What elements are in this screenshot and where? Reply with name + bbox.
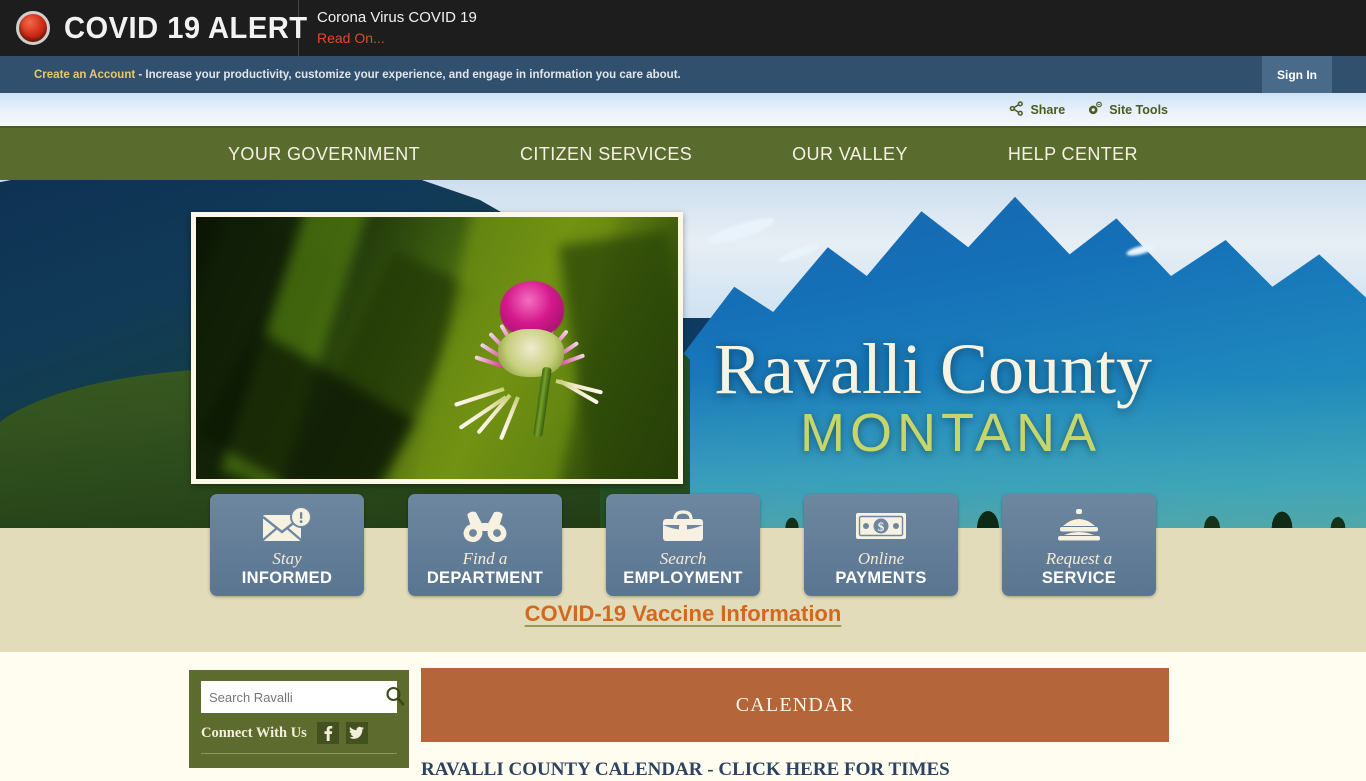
nav-item-our-valley[interactable]: OUR VALLEY — [792, 144, 908, 165]
quick-link-find-a-department[interactable]: Find a DEPARTMENT — [408, 494, 562, 596]
quick-link-search-employment[interactable]: Search EMPLOYMENT — [606, 494, 760, 596]
thistle-flower-photo — [196, 217, 678, 479]
calendar-list-item[interactable]: RAVALLI COUNTY CALENDAR - CLICK HERE FOR… — [421, 759, 1169, 781]
quick-link-stay-informed[interactable]: Stay INFORMED — [210, 494, 364, 596]
twitter-icon[interactable] — [345, 722, 368, 744]
site-tools-label: Site Tools — [1109, 102, 1168, 117]
quick-link-line2: PAYMENTS — [835, 569, 927, 587]
nav-item-your-government[interactable]: YOUR GOVERNMENT — [228, 144, 420, 165]
main-navigation: YOUR GOVERNMENT CITIZEN SERVICES OUR VAL… — [0, 128, 1366, 180]
covid-alert-title: COVID 19 ALERT — [64, 10, 308, 45]
service-bell-icon — [1054, 504, 1104, 548]
hero-subtitle: MONTANA — [800, 403, 1101, 463]
quick-link-line1: Request a — [1045, 549, 1113, 568]
lower-content: Connect With Us CALENDAR RAVALLI COUNTY … — [0, 652, 1366, 780]
sign-in-button[interactable]: Sign In — [1262, 56, 1332, 93]
share-button[interactable]: Share — [1009, 100, 1066, 119]
connect-with-us-row: Connect With Us — [201, 722, 397, 744]
nav-item-citizen-services[interactable]: CITIZEN SERVICES — [520, 144, 692, 165]
covid-alert-read-on-link[interactable]: Read On... — [317, 28, 477, 48]
search-panel: Connect With Us — [189, 670, 409, 768]
dollar-bill-icon: $ — [854, 504, 908, 548]
covid-alert-brand: COVID 19 ALERT — [0, 0, 307, 56]
account-bar: Create an Account - Increase your produc… — [0, 56, 1366, 93]
search-input[interactable] — [209, 689, 385, 705]
site-tools-bar: Share Site Tools — [0, 93, 1366, 128]
quick-link-line1: Online — [857, 549, 905, 568]
envelope-alert-icon — [261, 504, 313, 548]
facebook-icon[interactable] — [316, 722, 339, 744]
magnifier-icon — [385, 686, 405, 709]
search-submit-button[interactable] — [385, 686, 405, 709]
share-icon — [1009, 100, 1030, 119]
create-account-link[interactable]: Create an Account — [34, 69, 135, 81]
quick-link-line1: Find a — [462, 549, 508, 568]
covid-alert-bar: COVID 19 ALERT Corona Virus COVID 19 Rea… — [0, 0, 1366, 56]
share-label: Share — [1030, 102, 1066, 117]
gear-icon — [1087, 101, 1109, 119]
covid-vaccine-information-link[interactable]: COVID-19 Vaccine Information — [0, 601, 1366, 627]
quick-link-line2: INFORMED — [241, 569, 333, 587]
calendar-heading: CALENDAR — [421, 668, 1169, 742]
hero-slideshow-photo[interactable] — [191, 212, 683, 484]
panel-divider — [201, 753, 397, 754]
hero-banner: Ravalli County MONTANA — [0, 128, 1366, 528]
briefcase-icon — [659, 504, 707, 548]
hero-title: Ravalli County — [714, 329, 1152, 409]
quick-link-line1: Search — [659, 549, 707, 568]
calendar-panel: CALENDAR RAVALLI COUNTY CALENDAR - CLICK… — [421, 668, 1169, 781]
account-bar-text: - Increase your productivity, customize … — [135, 68, 681, 81]
connect-with-us-label: Connect With Us — [201, 724, 307, 741]
red-alert-dot-icon — [16, 11, 50, 45]
quick-link-request-a-service[interactable]: Request a SERVICE — [1002, 494, 1156, 596]
account-bar-message: Create an Account - Increase your produc… — [0, 69, 681, 81]
covid-alert-message: Corona Virus COVID 19 Read On... — [299, 8, 477, 48]
search-box[interactable] — [201, 681, 405, 713]
quick-link-line1: Stay — [272, 549, 302, 568]
quick-links-row: Stay INFORMED Find a DEPARTMENT Search E… — [0, 494, 1366, 598]
site-tools-button[interactable]: Site Tools — [1087, 101, 1168, 119]
thistle-bloom — [424, 229, 654, 441]
covid-alert-headline: Corona Virus COVID 19 — [317, 9, 477, 26]
quick-link-line2: EMPLOYMENT — [623, 569, 743, 587]
nav-item-help-center[interactable]: HELP CENTER — [1008, 144, 1138, 165]
quick-link-line2: SERVICE — [1041, 569, 1117, 587]
binoculars-icon — [460, 504, 510, 548]
quick-link-online-payments[interactable]: $ Online PAYMENTS — [804, 494, 958, 596]
quick-link-line2: DEPARTMENT — [426, 569, 544, 587]
svg-text:$: $ — [878, 519, 885, 534]
